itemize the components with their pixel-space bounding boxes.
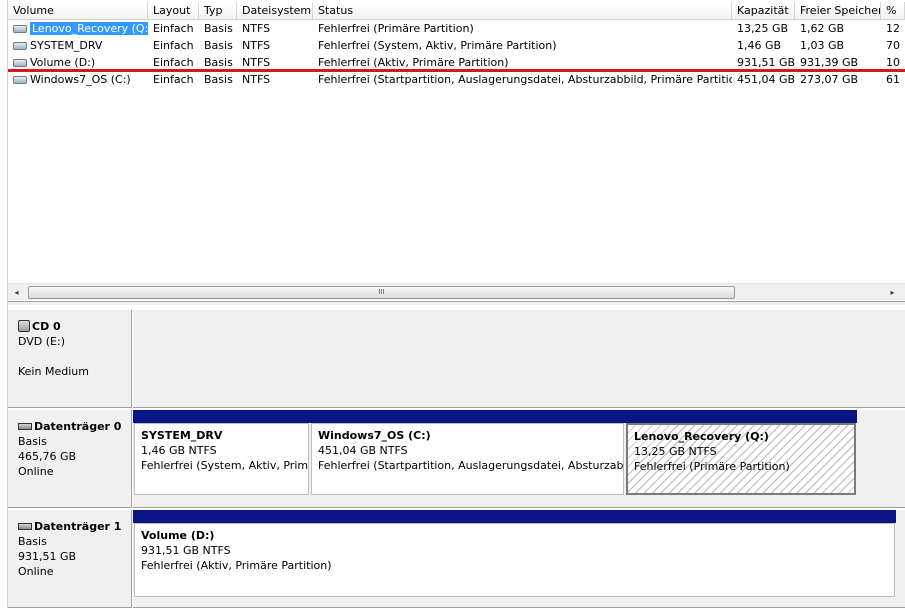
scroll-right-icon[interactable]: ▸ — [884, 284, 901, 301]
volume-icon — [13, 76, 27, 84]
disk-state: Online — [18, 565, 54, 578]
partition-size: 1,46 GB NTFS — [141, 444, 217, 457]
volume-status: Fehlerfrei (Primäre Partition) — [318, 22, 474, 35]
volume-status: Fehlerfrei (Startpartition, Auslagerungs… — [318, 73, 732, 86]
disk-state: Online — [18, 465, 54, 478]
partition-title: Lenovo_Recovery (Q:) — [634, 430, 769, 443]
volume-filesystem: NTFS — [242, 22, 271, 35]
hard-disk-icon — [18, 523, 32, 530]
volume-row[interactable]: Lenovo_Recovery (Q:) Einfach Basis NTFS … — [8, 20, 905, 37]
hard-disk-icon — [18, 423, 32, 430]
volume-free-space: 1,62 GB — [800, 22, 845, 35]
partition-title: Windows7_OS (C:) — [318, 429, 431, 442]
partition-size: 13,25 GB NTFS — [634, 445, 717, 458]
partition-details: SYSTEM_DRV 1,46 GB NTFS Fehlerfrei (Syst… — [134, 423, 309, 495]
cd-drive-letter: DVD (E:) — [18, 335, 66, 348]
disk-type: Basis — [18, 535, 47, 548]
volume-capacity: 13,25 GB — [737, 22, 789, 35]
partition-header-bar — [133, 410, 310, 423]
partition-windows7-os[interactable]: Windows7_OS (C:) 451,04 GB NTFS Fehlerfr… — [310, 410, 625, 496]
scrollbar-thumb[interactable]: III — [28, 286, 735, 299]
disk0-partitions: SYSTEM_DRV 1,46 GB NTFS Fehlerfrei (Syst… — [133, 410, 905, 508]
volume-name-cell: SYSTEM_DRV — [8, 37, 148, 54]
disk-info-cd0[interactable]: CD 0 DVD (E:) Kein Medium — [8, 310, 132, 408]
volume-name-cell: Windows7_OS (C:) — [8, 71, 148, 88]
volume-free-space: 273,07 GB — [800, 73, 859, 86]
volume-percent: 12 — [886, 22, 900, 35]
disk-name: Datenträger 0 — [34, 420, 122, 433]
left-edge — [0, 0, 8, 608]
column-header-percent[interactable]: % — [881, 2, 905, 20]
volume-filesystem: NTFS — [242, 73, 271, 86]
volume-filesystem: NTFS — [242, 39, 271, 52]
volume-name: Lenovo_Recovery (Q:) — [30, 22, 148, 35]
volume-status: Fehlerfrei (System, Aktiv, Primäre Parti… — [318, 39, 557, 52]
volume-row[interactable]: Windows7_OS (C:) Einfach Basis NTFS Fehl… — [8, 71, 905, 88]
volume-type: Basis — [204, 39, 233, 52]
volume-list: Volume Layout Typ Dateisystem Status Kap… — [8, 0, 905, 302]
partition-status: Fehlerfrei (System, Aktiv, Primä — [141, 459, 309, 472]
partition-header-bar — [133, 510, 896, 523]
column-header-row: Volume Layout Typ Dateisystem Status Kap… — [8, 2, 905, 20]
column-header-free-space[interactable]: Freier Speicher — [795, 2, 881, 20]
volume-icon — [13, 59, 27, 67]
volume-name: Windows7_OS (C:) — [30, 73, 131, 86]
volume-name: SYSTEM_DRV — [30, 39, 103, 52]
partition-volume-d[interactable]: Volume (D:) 931,51 GB NTFS Fehlerfrei (A… — [133, 510, 896, 598]
volume-icon — [13, 42, 27, 50]
partition-status: Fehlerfrei (Aktiv, Primäre Partition) — [141, 559, 332, 572]
partition-header-bar — [625, 410, 857, 423]
disk-name: CD 0 — [32, 320, 61, 333]
horizontal-scrollbar[interactable]: ◂ III ▸ — [8, 283, 905, 300]
volume-type: Basis — [204, 22, 233, 35]
disk-name: Datenträger 1 — [34, 520, 122, 533]
scroll-left-icon[interactable]: ◂ — [8, 284, 25, 301]
disk-graphical-view: CD 0 DVD (E:) Kein Medium Datenträger 0 … — [8, 305, 905, 608]
partition-size: 931,51 GB NTFS — [141, 544, 231, 557]
volume-percent: 70 — [886, 39, 900, 52]
cd-media-area — [133, 310, 905, 408]
disk-type: Basis — [18, 435, 47, 448]
partition-details: Windows7_OS (C:) 451,04 GB NTFS Fehlerfr… — [311, 423, 624, 495]
volume-layout: Einfach — [153, 39, 194, 52]
volume-free-space: 1,03 GB — [800, 39, 845, 52]
column-header-capacity[interactable]: Kapazität — [732, 2, 795, 20]
volume-name-cell: Lenovo_Recovery (Q:) — [8, 20, 148, 37]
column-header-type[interactable]: Typ — [199, 2, 237, 20]
disk-info-disk0[interactable]: Datenträger 0 Basis 465,76 GB Online — [8, 410, 132, 508]
disk-size: 465,76 GB — [18, 450, 77, 463]
partition-size: 451,04 GB NTFS — [318, 444, 408, 457]
cd-drive-icon — [18, 320, 30, 332]
partition-header-bar — [310, 410, 625, 423]
column-header-filesystem[interactable]: Dateisystem — [237, 2, 313, 20]
volume-percent: 61 — [886, 73, 900, 86]
volume-capacity: 451,04 GB — [737, 73, 795, 86]
partition-title: SYSTEM_DRV — [141, 429, 223, 442]
column-header-status[interactable]: Status — [313, 2, 732, 20]
disk-info-disk1[interactable]: Datenträger 1 Basis 931,51 GB Online — [8, 510, 132, 608]
disk-management-window: Volume Layout Typ Dateisystem Status Kap… — [0, 0, 905, 608]
column-header-volume[interactable]: Volume — [8, 2, 148, 20]
volume-icon — [13, 25, 27, 33]
disk-row-cd0[interactable]: CD 0 DVD (E:) Kein Medium — [8, 310, 905, 408]
volume-type: Basis — [204, 73, 233, 86]
partition-details-selected: Lenovo_Recovery (Q:) 13,25 GB NTFS Fehle… — [626, 423, 856, 495]
volume-name: Volume (D:) — [30, 56, 96, 69]
partition-details: Volume (D:) 931,51 GB NTFS Fehlerfrei (A… — [134, 523, 895, 597]
column-header-layout[interactable]: Layout — [148, 2, 199, 20]
disk1-partitions: Volume (D:) 931,51 GB NTFS Fehlerfrei (A… — [133, 510, 905, 608]
partition-title: Volume (D:) — [141, 529, 215, 542]
volume-layout: Einfach — [153, 22, 194, 35]
partition-lenovo-recovery[interactable]: Lenovo_Recovery (Q:) 13,25 GB NTFS Fehle… — [625, 410, 857, 496]
volume-capacity: 1,46 GB — [737, 39, 782, 52]
volume-layout: Einfach — [153, 73, 194, 86]
disk-row-disk1[interactable]: Datenträger 1 Basis 931,51 GB Online Vol… — [8, 510, 905, 608]
disk-size: 931,51 GB — [18, 550, 77, 563]
partition-status: Fehlerfrei (Startpartition, Auslagerungs… — [318, 459, 624, 472]
cd-media-status: Kein Medium — [18, 365, 89, 378]
partition-system-drv[interactable]: SYSTEM_DRV 1,46 GB NTFS Fehlerfrei (Syst… — [133, 410, 310, 496]
volume-row[interactable]: SYSTEM_DRV Einfach Basis NTFS Fehlerfrei… — [8, 37, 905, 54]
partition-status: Fehlerfrei (Primäre Partition) — [634, 460, 790, 473]
disk-row-disk0[interactable]: Datenträger 0 Basis 465,76 GB Online SYS… — [8, 410, 905, 508]
